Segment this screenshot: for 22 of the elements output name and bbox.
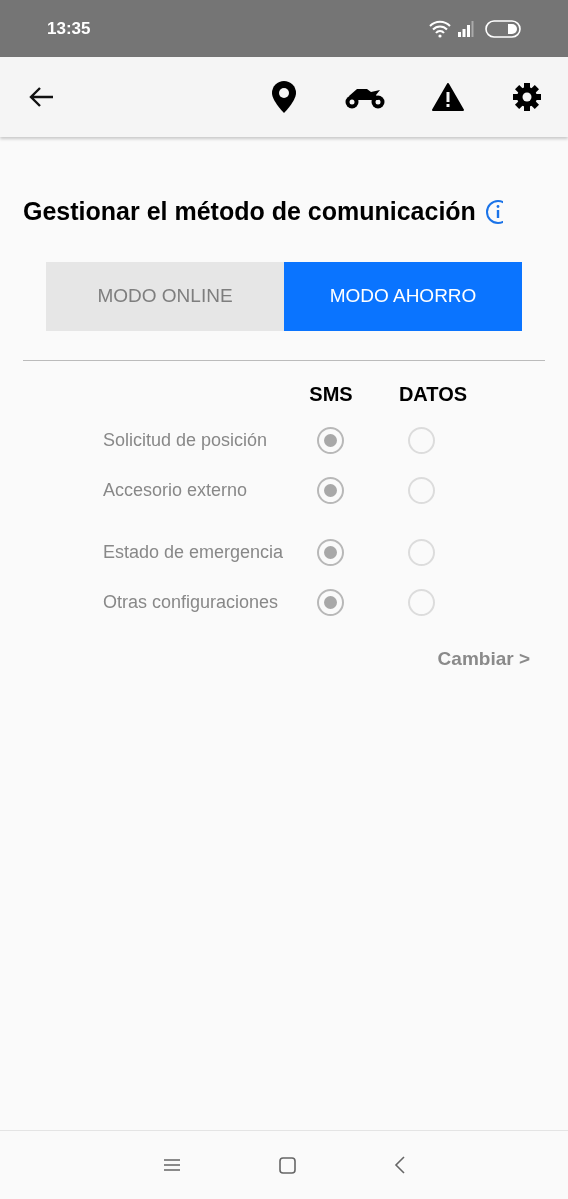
option-label: Solicitud de posición — [103, 428, 269, 452]
wifi-icon — [429, 19, 451, 38]
option-label: Otras configuraciones — [103, 590, 280, 614]
change-link[interactable]: Cambiar > — [437, 645, 530, 674]
mode-tab[interactable]: MODO ONLINE — [46, 262, 284, 331]
settings-icon[interactable] — [512, 82, 542, 112]
home-square-icon[interactable] — [278, 1156, 296, 1174]
column-header: SMS — [308, 382, 354, 407]
status-time: 13:35 — [47, 17, 91, 40]
column-header: DATOS — [397, 382, 469, 407]
option-label: Accesorio externo — [103, 478, 249, 502]
warning-icon[interactable] — [432, 83, 464, 111]
option-label: Estado de emergencia — [103, 540, 285, 564]
page-title: Gestionar el método de comunicación — [23, 196, 476, 228]
info-icon[interactable] — [484, 199, 503, 225]
back-arrow-icon[interactable] — [28, 86, 54, 108]
location-pin-icon[interactable] — [270, 80, 298, 114]
battery-icon — [485, 19, 521, 38]
mode-tab[interactable]: MODO AHORRO — [284, 262, 522, 331]
back-chevron-icon[interactable] — [393, 1156, 406, 1174]
signal-icon — [457, 20, 475, 37]
menu-icon[interactable] — [162, 1158, 181, 1172]
